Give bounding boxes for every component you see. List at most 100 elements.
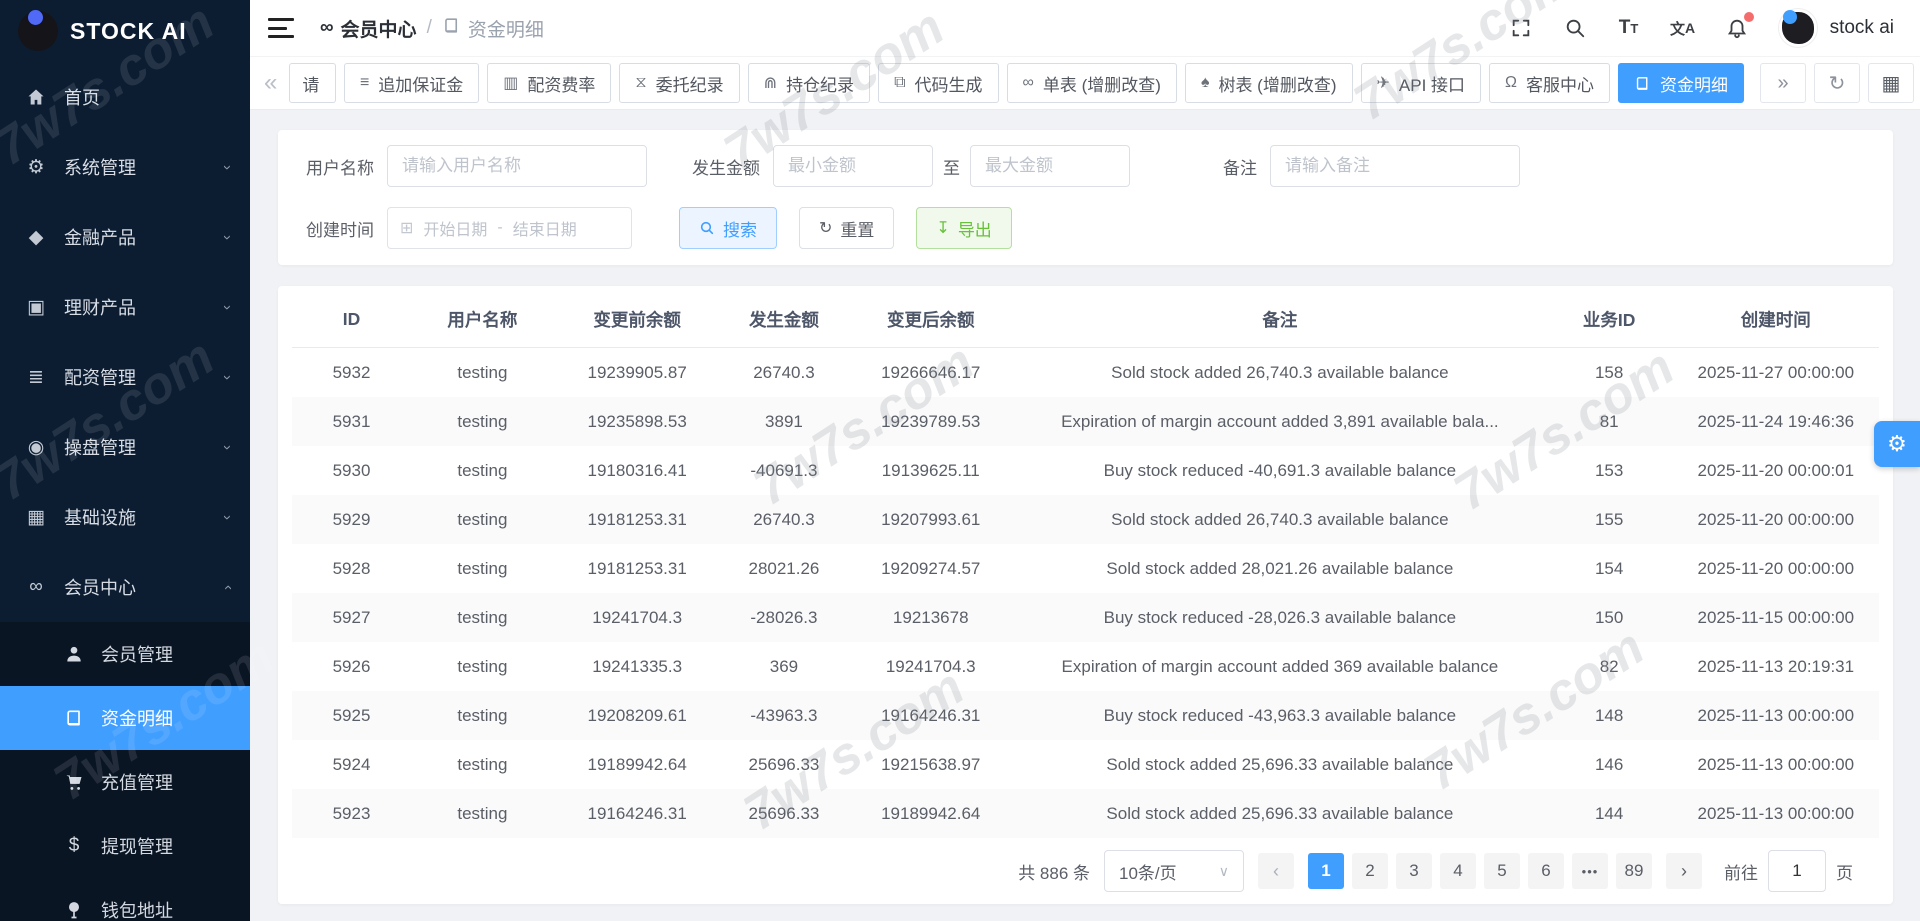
table-cell: 26740.3: [720, 363, 847, 383]
funding-list-icon: ≣: [24, 366, 48, 389]
gear-icon: ⚙: [1887, 431, 1907, 457]
sidebar-item[interactable]: 首页 ›: [0, 62, 250, 132]
reset-button[interactable]: ↻ 重置: [799, 207, 894, 249]
sidebar-item[interactable]: ≣ 配资管理 ›: [0, 342, 250, 412]
binoculars-icon: ⋒: [764, 73, 777, 93]
page-button[interactable]: 3: [1396, 853, 1432, 889]
sidebar-item[interactable]: ∞ 会员中心 ›: [0, 552, 250, 622]
tab[interactable]: ✈ API 接口: [1361, 63, 1482, 103]
sidebar-subitem[interactable]: 钱包地址: [0, 878, 250, 921]
date-range-input[interactable]: ⊞ 开始日期 - 结束日期: [387, 207, 632, 249]
column-header: 备注: [1014, 307, 1546, 332]
tab[interactable]: ⋒ 持仓纪录: [748, 63, 870, 103]
table-cell: -28026.3: [720, 608, 847, 628]
table-cell: 26740.3: [720, 510, 847, 530]
table-cell: 153: [1546, 461, 1673, 481]
table-cell: 5923: [292, 804, 411, 824]
main-column: ∞ 会员中心 / 资金明细 TT 文A: [250, 0, 1920, 921]
table-cell: Expiration of margin account added 369 a…: [1014, 657, 1546, 677]
table-cell: 81: [1546, 412, 1673, 432]
tab[interactable]: ⧖ 委托纪录: [619, 63, 739, 103]
column-header: 变更后余额: [847, 307, 1014, 332]
table-cell: testing: [411, 706, 554, 726]
table-row: 5929testing19181253.3126740.319207993.61…: [292, 495, 1879, 544]
page-buttons: 123456•••89: [1308, 853, 1652, 889]
table-cell: -43963.3: [720, 706, 847, 726]
sidebar-item[interactable]: ▦ 基础设施 ›: [0, 482, 250, 552]
tabs-scroll-right-icon[interactable]: »: [1760, 63, 1806, 103]
breadcrumb-fund-detail[interactable]: 资金明细: [442, 15, 544, 42]
globe-icon: ◉: [24, 436, 48, 459]
page-size-select[interactable]: 10条/页 ∨: [1104, 850, 1244, 892]
sidebar-subitem[interactable]: $ 提现管理: [0, 814, 250, 878]
remark-input[interactable]: [1270, 145, 1520, 187]
search-button[interactable]: 搜索: [679, 207, 777, 249]
goto-page-input[interactable]: [1768, 850, 1826, 892]
sidebar-subitem[interactable]: 资金明细: [0, 686, 250, 750]
table-cell: testing: [411, 755, 554, 775]
amount-min-input[interactable]: [773, 145, 933, 187]
tab[interactable]: 资金明细: [1618, 63, 1744, 103]
username-input[interactable]: [387, 145, 647, 187]
fee-rate-icon: ▥: [503, 73, 518, 93]
page-button[interactable]: 6: [1528, 853, 1564, 889]
reset-icon: ↻: [819, 218, 832, 238]
user-menu[interactable]: stock ai: [1778, 8, 1894, 48]
refresh-icon[interactable]: ↻: [1814, 63, 1860, 103]
breadcrumb-member-center[interactable]: ∞ 会员中心: [320, 15, 417, 42]
export-button[interactable]: ↧ 导出: [916, 207, 1011, 249]
search-icon[interactable]: [1562, 15, 1588, 41]
notification-bell-icon[interactable]: [1724, 15, 1750, 41]
breadcrumb: ∞ 会员中心 / 资金明细: [320, 15, 544, 42]
sidebar-item[interactable]: ▣ 理财产品 ›: [0, 272, 250, 342]
settings-fab[interactable]: ⚙: [1874, 421, 1920, 467]
member-center-submenu: 会员管理 资金明细 充值管理 $ 提现管理 钱包地址: [0, 622, 250, 921]
table-cell: 19189942.64: [554, 755, 721, 775]
tab[interactable]: Ω 客服中心: [1489, 63, 1610, 103]
sidebar-item[interactable]: ◉ 操盘管理 ›: [0, 412, 250, 482]
translate-icon[interactable]: 文A: [1670, 15, 1696, 41]
table-cell: 19239789.53: [847, 412, 1014, 432]
page-button[interactable]: 1: [1308, 853, 1344, 889]
table-cell: testing: [411, 412, 554, 432]
menu-toggle-icon[interactable]: [268, 18, 294, 38]
tab[interactable]: ≡ 追加保证金: [344, 63, 479, 103]
tab-overflow[interactable]: 请: [289, 63, 336, 103]
table-row: 5930testing19180316.41-40691.319139625.1…: [292, 446, 1879, 495]
remark-label: 备注: [1223, 154, 1257, 179]
logo[interactable]: STOCK AI: [0, 0, 250, 62]
tabbar: « 请 ≡ 追加保证金 ▥ 配资费率 ⧖ 委托纪录 ⋒ 持仓纪录 ⧉ 代码生成 …: [250, 56, 1920, 110]
table-cell: 2025-11-20 00:00:00: [1673, 559, 1879, 579]
app-root: STOCK AI 首页 › ⚙ 系统管理 › ◆ 金融产品 › ▣ 理财产品 ›…: [0, 0, 1920, 921]
page-button[interactable]: 2: [1352, 853, 1388, 889]
tab[interactable]: ♠ 树表 (增删改查): [1185, 63, 1353, 103]
sidebar-item[interactable]: ⚙ 系统管理 ›: [0, 132, 250, 202]
sidebar-subitem[interactable]: 会员管理: [0, 622, 250, 686]
page-button[interactable]: 5: [1484, 853, 1520, 889]
tab[interactable]: ∞ 单表 (增删改查): [1007, 63, 1177, 103]
tabs-list: ≡ 追加保证金 ▥ 配资费率 ⧖ 委托纪录 ⋒ 持仓纪录 ⧉ 代码生成 ∞ 单表…: [344, 63, 1744, 103]
table-cell: 2025-11-15 00:00:00: [1673, 608, 1879, 628]
page-button[interactable]: 89: [1616, 853, 1652, 889]
table-cell: 2025-11-13 00:00:00: [1673, 755, 1879, 775]
fullscreen-icon[interactable]: [1508, 15, 1534, 41]
tabs-scroll-left-icon[interactable]: «: [260, 71, 281, 95]
tab[interactable]: ⧉ 代码生成: [878, 63, 998, 103]
sidebar-item[interactable]: ◆ 金融产品 ›: [0, 202, 250, 272]
font-size-icon[interactable]: TT: [1616, 15, 1642, 41]
column-header: 创建时间: [1673, 307, 1879, 332]
page-ellipsis[interactable]: •••: [1572, 853, 1608, 889]
amount-max-input[interactable]: [970, 145, 1130, 187]
table-cell: Sold stock added 25,696.33 available bal…: [1014, 804, 1546, 824]
sidebar-subitem[interactable]: 充值管理: [0, 750, 250, 814]
prev-page-button[interactable]: ‹: [1258, 853, 1294, 889]
tab-actions-grid-icon[interactable]: ▦: [1868, 63, 1914, 103]
next-page-button[interactable]: ›: [1666, 853, 1702, 889]
table-cell: 19213678: [847, 608, 1014, 628]
tab[interactable]: ▥ 配资费率: [487, 63, 611, 103]
page-button[interactable]: 4: [1440, 853, 1476, 889]
table-cell: 2025-11-20 00:00:01: [1673, 461, 1879, 481]
table-cell: 5930: [292, 461, 411, 481]
table-row: 5925testing19208209.61-43963.319164246.3…: [292, 691, 1879, 740]
table-row: 5928testing19181253.3128021.2619209274.5…: [292, 544, 1879, 593]
